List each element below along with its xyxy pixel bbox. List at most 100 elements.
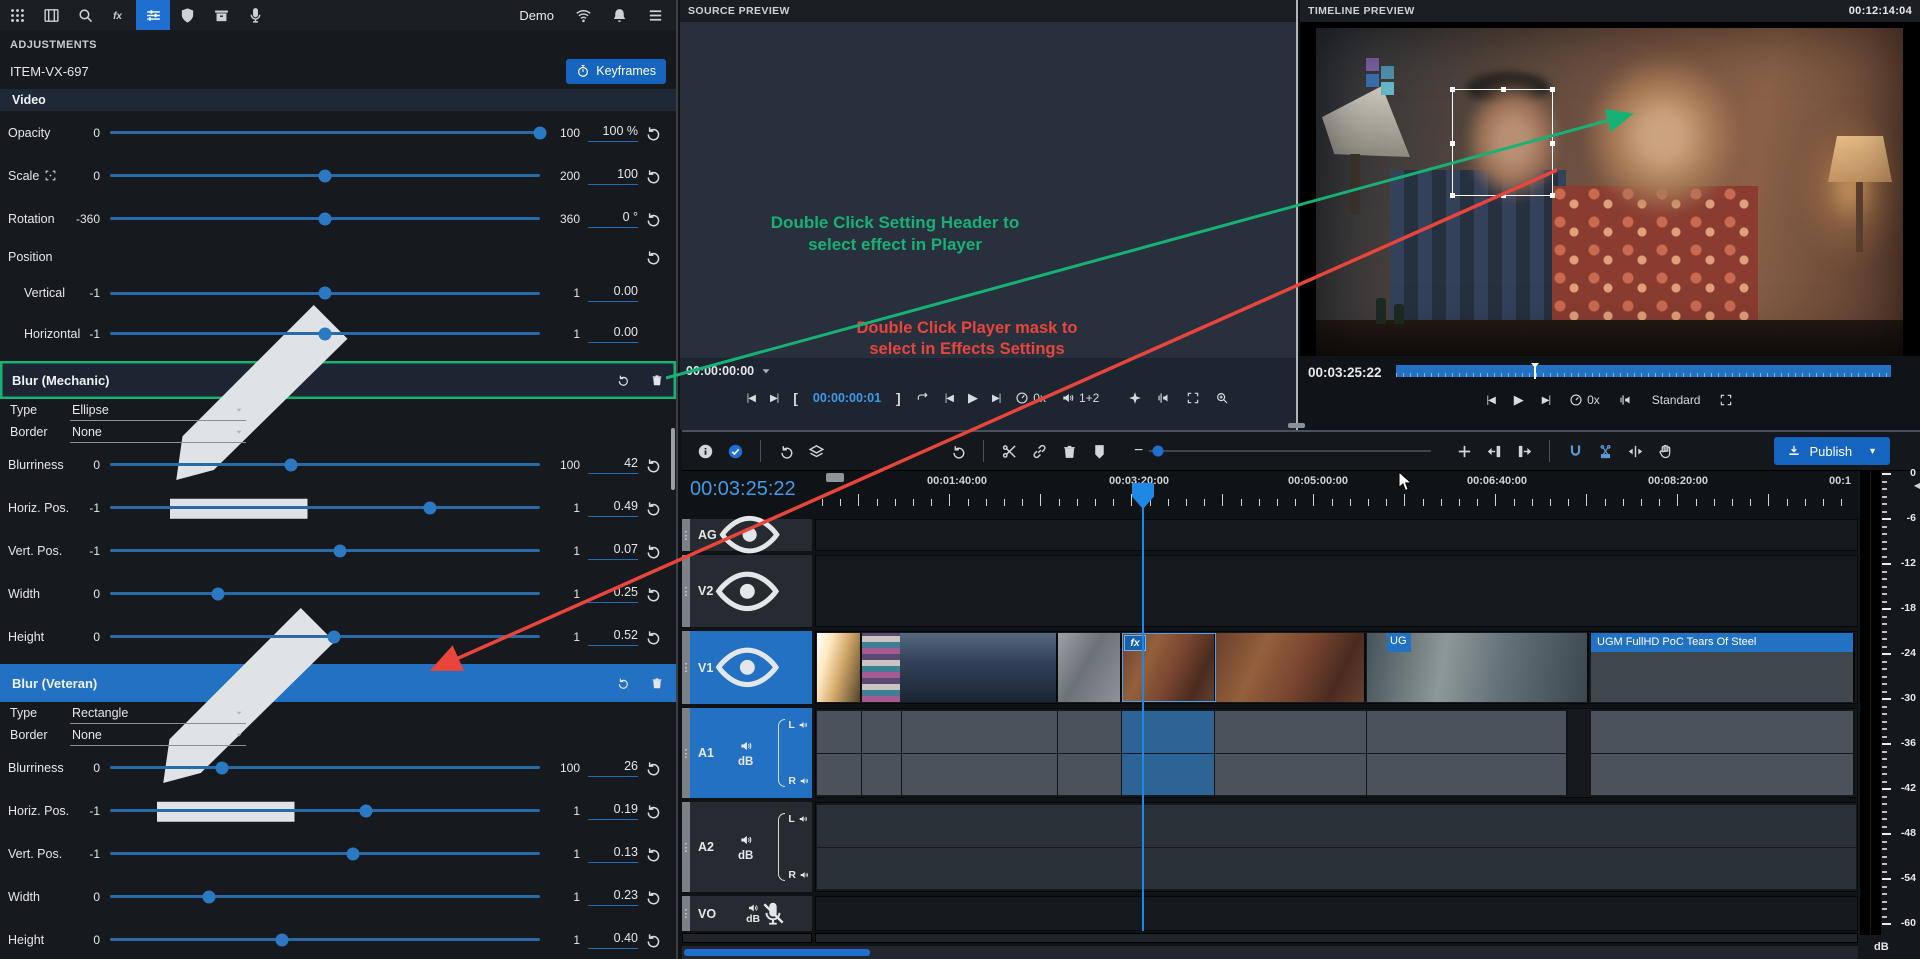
panel-scrollbar[interactable]: [671, 428, 675, 490]
slider-track[interactable]: [110, 635, 540, 638]
blur-mask-rectangle[interactable]: [1452, 89, 1553, 196]
track-content-ag[interactable]: [815, 519, 1858, 551]
timeline-clip[interactable]: fx: [1122, 633, 1216, 702]
zoom-button[interactable]: [1215, 391, 1229, 405]
ruler-marker[interactable]: [826, 473, 844, 482]
timeline-clip[interactable]: UGM FullHD PoC Tears Of Steel: [1591, 633, 1855, 702]
section-header-blur-mechanic[interactable]: Blur (Mechanic): [0, 361, 676, 399]
section-header-video[interactable]: Video: [0, 89, 676, 111]
zoom-out-minus[interactable]: −: [1134, 442, 1143, 460]
timeline-big-timecode[interactable]: 00:03:25:22: [690, 478, 796, 501]
section-delete-icon[interactable]: [650, 676, 664, 690]
track-header-v1[interactable]: ⋮V1: [682, 631, 812, 704]
slider-value-field[interactable]: 0.13: [588, 845, 638, 863]
track-drag-handle[interactable]: ⋮: [682, 708, 690, 798]
slider-track[interactable]: [110, 852, 540, 855]
slider-thumb[interactable]: [284, 458, 297, 471]
slider-thumb[interactable]: [319, 169, 332, 182]
rename-pencil-icon[interactable]: [120, 230, 420, 530]
slider-thumb[interactable]: [211, 587, 224, 600]
reset-button[interactable]: [638, 541, 668, 561]
go-to-out-button[interactable]: ▶|: [770, 393, 778, 404]
track-drag-handle[interactable]: ⋮: [682, 519, 690, 551]
track-content-a1[interactable]: [815, 708, 1858, 798]
reset-button[interactable]: [638, 209, 668, 229]
apps-grid-button[interactable]: [0, 0, 34, 30]
slider-track[interactable]: [110, 766, 540, 769]
reset-button[interactable]: [638, 801, 668, 821]
go-to-start-button[interactable]: |◀: [1487, 395, 1495, 406]
snap-button[interactable]: [1560, 436, 1590, 466]
razor-button[interactable]: [1590, 436, 1620, 466]
loop-button[interactable]: [916, 391, 930, 405]
zoom-slider-thumb[interactable]: [1152, 446, 1163, 457]
reset-button[interactable]: [638, 930, 668, 950]
play-button[interactable]: ▶: [968, 390, 977, 406]
slider-thumb[interactable]: [346, 847, 359, 860]
section-reset-icon[interactable]: [616, 373, 630, 387]
db-label[interactable]: dB: [738, 756, 753, 768]
track-content-vo[interactable]: [815, 896, 1858, 931]
timeline-ruler[interactable]: 00:03:25:22 00:01:40:0000:03:20:0000:05:…: [682, 471, 1858, 509]
track-drag-handle[interactable]: ⋮: [682, 631, 690, 704]
mark-in-button[interactable]: [: [793, 390, 798, 406]
slider-value-field[interactable]: 0.00: [588, 325, 638, 343]
db-label[interactable]: dB: [746, 914, 760, 925]
audio-channels-button[interactable]: 1+2: [1061, 391, 1099, 405]
timeline-clip[interactable]: [1058, 633, 1122, 702]
slider-thumb[interactable]: [534, 126, 547, 139]
slider-value-field[interactable]: 42: [588, 456, 638, 474]
channel-right[interactable]: R: [788, 775, 809, 787]
slider-track[interactable]: [110, 174, 540, 177]
slider-value-field[interactable]: 100 %: [588, 124, 638, 142]
keyframe-star-button[interactable]: [1128, 391, 1142, 405]
fullscreen-button[interactable]: [1186, 391, 1200, 405]
slider-value-field[interactable]: 0.40: [588, 931, 638, 949]
reset-button[interactable]: [638, 584, 668, 604]
slider-track[interactable]: [110, 549, 540, 552]
slider-value-field[interactable]: 0.49: [588, 499, 638, 517]
notifications-button[interactable]: [602, 0, 636, 30]
slider-track[interactable]: [110, 332, 540, 335]
channel-left[interactable]: L: [788, 813, 809, 825]
slider-thumb[interactable]: [319, 327, 332, 340]
reset-button[interactable]: [638, 887, 668, 907]
slider-value-field[interactable]: 0.25: [588, 585, 638, 603]
slider-track[interactable]: [110, 463, 540, 466]
hand-tool-button[interactable]: [1650, 436, 1680, 466]
search-button[interactable]: [68, 0, 102, 30]
undo-button[interactable]: [771, 436, 801, 466]
reset-button[interactable]: [638, 123, 668, 143]
timeline-clip[interactable]: UG: [1367, 633, 1589, 702]
insert-left-button[interactable]: [1479, 436, 1509, 466]
timeline-clip[interactable]: [862, 633, 1058, 702]
slider-value-field[interactable]: 0.00: [588, 284, 638, 302]
adjustments-button[interactable]: [136, 0, 170, 30]
reset-button[interactable]: [638, 844, 668, 864]
frame-forward-button[interactable]: ▶|: [992, 393, 1000, 404]
marker-button[interactable]: [1084, 436, 1114, 466]
track-header-ag[interactable]: ⋮AG: [682, 519, 812, 551]
timeline-horizontal-scrollbar[interactable]: [682, 946, 1858, 959]
db-label[interactable]: dB: [738, 850, 753, 862]
slider-track[interactable]: [110, 938, 540, 941]
slider-value-field[interactable]: 0.07: [588, 542, 638, 560]
slider-thumb[interactable]: [319, 287, 332, 300]
slider-value-field[interactable]: 0.23: [588, 888, 638, 906]
play-button[interactable]: ▶: [1514, 392, 1523, 408]
slider-thumb[interactable]: [202, 890, 215, 903]
frame-back-button[interactable]: |◀: [945, 393, 953, 404]
source-preview-viewer[interactable]: Double Click Setting Header to select ef…: [680, 22, 1296, 358]
dropdown-border[interactable]: None: [70, 725, 246, 746]
section-header-blur-veteran[interactable]: Blur (Veteran): [0, 664, 676, 702]
insert-right-button[interactable]: [1509, 436, 1539, 466]
reset-button[interactable]: [638, 247, 668, 267]
reset-button[interactable]: [638, 758, 668, 778]
media-box-button[interactable]: [204, 0, 238, 30]
collapse-arrow-icon[interactable]: ◀: [1914, 481, 1920, 490]
mic-muted-icon[interactable]: [760, 901, 786, 927]
menu-button[interactable]: [638, 0, 672, 30]
dropdown-type[interactable]: Ellipse: [70, 400, 246, 421]
layers-button[interactable]: [801, 436, 831, 466]
publish-caret-icon[interactable]: ▼: [1868, 446, 1877, 456]
